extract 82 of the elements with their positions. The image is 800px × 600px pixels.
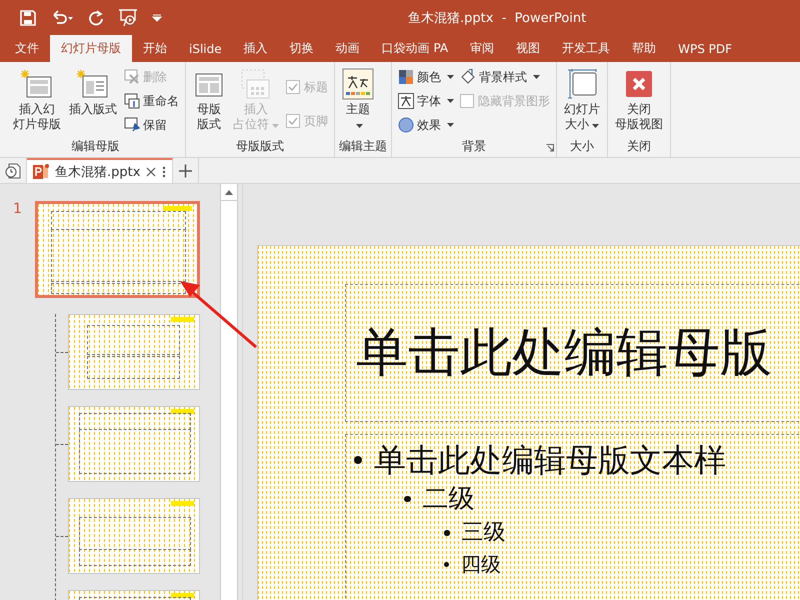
ribbon-tab[interactable]: iSlide	[178, 35, 233, 62]
slide-thumbnail[interactable]	[68, 406, 200, 482]
slideshow-icon[interactable]	[118, 8, 138, 26]
check-icon	[288, 82, 298, 92]
scrollbar[interactable]	[220, 184, 238, 600]
ribbon-button[interactable]: 插入幻灯片母版	[10, 66, 64, 134]
placeholder-icon	[242, 70, 270, 98]
caret-icon	[356, 124, 363, 128]
caret-icon	[533, 75, 540, 79]
slide-title: 单击此处编辑母版	[356, 322, 772, 385]
group-label: 编辑母版	[72, 138, 120, 155]
caret-icon	[592, 124, 599, 128]
group-label: 关闭	[627, 138, 651, 154]
paint-bucket-icon	[461, 69, 475, 84]
redo-icon[interactable]	[88, 10, 104, 26]
caret-icon	[447, 99, 454, 103]
body-text: 二级	[422, 483, 474, 516]
theme-icon	[342, 68, 374, 100]
slide-thumbnail[interactable]	[68, 498, 200, 574]
ribbon-tab[interactable]: 切换	[278, 35, 325, 62]
close-icon	[626, 71, 652, 97]
ribbon-button[interactable]: 保留	[122, 114, 181, 136]
save-icon[interactable]	[20, 10, 36, 26]
ribbon-tab[interactable]: 插入	[232, 35, 279, 62]
scroll-up-icon[interactable]	[225, 190, 233, 194]
ribbon-tab[interactable]: 开始	[132, 35, 178, 62]
customize-caret-icon[interactable]	[152, 14, 162, 22]
document-tab[interactable]: 鱼木混猪.pptx	[27, 158, 174, 183]
ribbon-tab[interactable]: 文件	[4, 35, 50, 62]
fonts-icon	[398, 93, 414, 109]
slide-thumbnail[interactable]	[35, 201, 200, 298]
group-label: 背景	[462, 138, 486, 155]
ribbon-button[interactable]: 颜色	[396, 66, 456, 88]
slide-size-icon	[568, 68, 596, 98]
ribbon-button[interactable]: 插入版式	[66, 66, 120, 119]
rename-slide-icon	[124, 94, 140, 108]
group-label: 编辑主题	[339, 138, 387, 154]
group-label: 大小	[570, 138, 594, 154]
more-icon[interactable]	[162, 166, 166, 178]
bullet-icon	[404, 496, 410, 502]
ribbon-button[interactable]: 主题	[339, 66, 377, 134]
ribbon-tab[interactable]: 口袋动画 PA	[370, 35, 460, 62]
ribbon-button[interactable]: 幻灯片大小	[561, 66, 603, 134]
insert-layout-icon	[77, 69, 108, 98]
ribbon-tab[interactable]: 视图	[505, 35, 552, 62]
check-icon	[288, 116, 298, 126]
colors-icon	[399, 70, 413, 84]
ribbon-tab[interactable]: 动画	[324, 35, 371, 62]
dialog-launcher-icon[interactable]	[546, 144, 554, 152]
plus-icon	[179, 164, 192, 178]
caret-icon	[447, 75, 454, 79]
ribbon-button[interactable]: 效果	[396, 114, 456, 136]
body-text: 四级	[461, 551, 501, 578]
insert-master-icon	[21, 69, 52, 98]
bullet-icon	[354, 456, 362, 464]
body-text: 单击此处编辑母版文本样	[374, 440, 726, 481]
close-icon[interactable]	[146, 166, 156, 176]
ribbon-tab[interactable]: 开发工具	[551, 35, 622, 62]
window-title: 鱼木混猪.pptx - PowerPoint	[408, 10, 586, 27]
ribbon-tab[interactable]: 帮助	[621, 35, 668, 62]
layout-icon	[196, 74, 222, 96]
ribbon-tab[interactable]: WPS PDF	[667, 35, 744, 62]
ribbon-button[interactable]: 字体	[396, 90, 456, 112]
caret-icon	[272, 124, 279, 128]
ribbon-button[interactable]: 重命名	[122, 90, 181, 112]
effects-icon	[398, 118, 414, 132]
group-label: 母版版式	[236, 138, 284, 154]
ribbon-button[interactable]: 母版版式	[190, 66, 228, 134]
slide-number: 1	[12, 201, 23, 217]
bullet-icon	[444, 562, 449, 566]
ribbon-tab[interactable]: 审阅	[459, 35, 506, 62]
caret-icon	[447, 123, 454, 127]
delete-slide-icon	[124, 70, 139, 84]
ribbon-button[interactable]: 背景样式	[458, 66, 552, 88]
clock-document-icon[interactable]	[5, 162, 21, 178]
body-text: 三级	[462, 519, 506, 547]
slide-thumbnail[interactable]	[68, 314, 200, 390]
ribbon-tab[interactable]: 幻灯片母版	[50, 35, 132, 62]
pin-slide-icon	[124, 118, 140, 132]
powerpoint-file-icon	[33, 164, 49, 180]
ribbon-button[interactable]: 关闭母版视图	[612, 66, 666, 134]
bullet-icon	[444, 530, 450, 536]
